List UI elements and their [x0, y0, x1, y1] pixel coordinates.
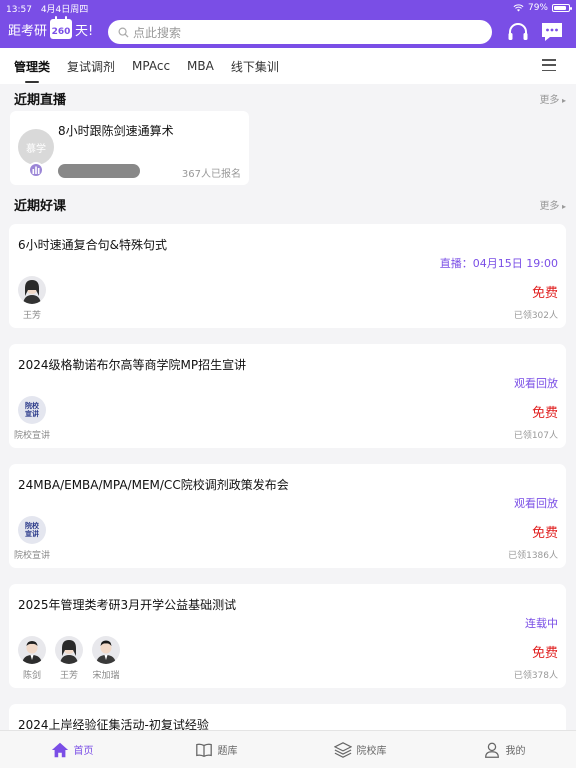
course-status: 观看回放 [514, 377, 558, 390]
tab-management[interactable]: 管理类 [14, 48, 50, 85]
search-input[interactable]: 点此搜索 [108, 20, 492, 44]
nav-label: 首页 [73, 746, 94, 757]
course-enrolled: 已领302人 [513, 311, 558, 321]
calendar-icon: 260 [50, 16, 73, 39]
tab-mpacc[interactable]: MPAcc [132, 49, 170, 83]
teacher-avatar [92, 636, 120, 664]
teacher[interactable]: 宋加瑞 [92, 636, 120, 681]
recent-live-header: 近期直播 更多 [0, 85, 576, 111]
more-link[interactable]: 更多 [539, 197, 566, 212]
live-progress-bar [58, 164, 140, 178]
teacher-list: 院校宣讲 院校宣讲 [14, 396, 50, 441]
nav-home[interactable]: 首页 [0, 731, 144, 768]
person-icon [484, 742, 499, 758]
course-card[interactable]: 6小时速通复合句&特殊句式 直播：04月15日 19:00 免费 已领302人 … [9, 224, 566, 328]
teacher-list: 陈剑 王芳 宋加瑞 [18, 636, 120, 681]
course-enrolled: 已领1386人 [508, 551, 558, 561]
countdown-suffix: 天! [75, 23, 94, 39]
teacher[interactable]: 院校宣讲 院校宣讲 [14, 396, 50, 441]
category-tabs: 管理类 复试调剂 MPAcc MBA 线下集训 [0, 48, 576, 84]
book-icon [195, 743, 212, 757]
section-title: 近期直播 [14, 92, 67, 108]
live-signup-count: 367人已报名 [181, 169, 241, 180]
nav-label: 院校库 [356, 746, 387, 757]
status-bar: 13:57 4月4日周四 79% [6, 2, 572, 15]
teacher[interactable]: 陈剑 [18, 636, 46, 681]
course-price: 免费 [531, 646, 558, 661]
status-date: 4月4日周四 [40, 4, 89, 15]
course-status: 观看回放 [514, 497, 558, 510]
app-header: 13:57 4月4日周四 79% 距考研 260 天! 点此搜索 [0, 0, 576, 48]
teacher-avatar [18, 636, 46, 664]
live-card[interactable]: 慕学 8小时跟陈剑速通算术 367人已报名 [10, 111, 249, 185]
battery-icon [552, 4, 572, 12]
exam-countdown[interactable]: 距考研 260 天! [8, 16, 94, 39]
school-badge-text: 院校宣讲 [25, 522, 39, 538]
teacher-name: 宋加瑞 [92, 671, 120, 681]
countdown-days: 260 [51, 27, 71, 37]
nav-question-bank[interactable]: 题库 [144, 731, 288, 768]
headset-icon[interactable] [506, 20, 530, 44]
status-time: 13:57 [6, 4, 32, 15]
teacher-list: 院校宣讲 院校宣讲 [14, 516, 50, 561]
bottom-nav: 首页 题库 院校库 我的 [0, 730, 576, 768]
avatar: 慕学 [18, 129, 54, 165]
nav-profile[interactable]: 我的 [432, 731, 576, 768]
teacher-avatar [55, 636, 83, 664]
course-price: 免费 [531, 406, 558, 421]
message-icon[interactable] [540, 20, 564, 44]
search-icon [118, 27, 129, 38]
menu-icon[interactable] [542, 59, 556, 71]
school-badge-text: 院校宣讲 [25, 402, 39, 418]
tab-mba[interactable]: MBA [187, 49, 214, 83]
course-title: 24MBA/EMBA/MPA/MEM/CC院校调剂政策发布会 [18, 478, 289, 492]
layers-icon [333, 741, 352, 758]
school-badge-icon: 院校宣讲 [18, 396, 46, 424]
teacher-name: 院校宣讲 [14, 551, 51, 561]
nav-school-library[interactable]: 院校库 [288, 731, 432, 768]
live-bars-icon [28, 162, 44, 178]
nav-label: 题库 [217, 746, 238, 757]
countdown-prefix: 距考研 [8, 23, 48, 39]
course-enrolled: 已领107人 [513, 431, 558, 441]
more-link[interactable]: 更多 [539, 91, 566, 106]
tab-offline-training[interactable]: 线下集训 [231, 48, 279, 85]
course-status: 连载中 [525, 617, 558, 630]
wifi-icon [513, 4, 524, 12]
teacher-name: 陈剑 [22, 671, 41, 681]
teacher[interactable]: 王芳 [55, 636, 83, 681]
course-status: 直播：04月15日 19:00 [439, 257, 558, 270]
course-price: 免费 [531, 286, 558, 301]
nav-label: 我的 [505, 746, 526, 757]
teacher[interactable]: 王芳 [18, 276, 46, 321]
battery-percent: 79% [527, 3, 548, 13]
home-icon [51, 742, 68, 757]
teacher[interactable]: 院校宣讲 院校宣讲 [14, 516, 50, 561]
section-title: 近期好课 [14, 198, 67, 214]
good-courses-header: 近期好课 更多 [0, 191, 576, 217]
teacher-avatar [18, 276, 46, 304]
course-price: 免费 [531, 526, 558, 541]
course-card[interactable]: 2024级格勒诺布尔高等商学院MP招生宣讲 观看回放 免费 已领107人 院校宣… [9, 344, 566, 448]
teacher-name: 王芳 [22, 311, 41, 321]
school-badge-icon: 院校宣讲 [18, 516, 46, 544]
course-card[interactable]: 2025年管理类考研3月开学公益基础测试 连载中 免费 已领378人 陈剑 王芳… [9, 584, 566, 688]
course-title: 2024级格勒诺布尔高等商学院MP招生宣讲 [18, 358, 247, 372]
teacher-name: 王芳 [59, 671, 78, 681]
teacher-list: 王芳 [18, 276, 46, 321]
course-title: 2025年管理类考研3月开学公益基础测试 [18, 598, 237, 612]
course-enrolled: 已领378人 [513, 671, 558, 681]
course-title: 6小时速通复合句&特殊句式 [18, 238, 167, 252]
search-placeholder: 点此搜索 [133, 25, 182, 40]
course-card[interactable]: 24MBA/EMBA/MPA/MEM/CC院校调剂政策发布会 观看回放 免费 已… [9, 464, 566, 568]
tab-retest-adjust[interactable]: 复试调剂 [67, 48, 115, 85]
teacher-name: 院校宣讲 [14, 431, 51, 441]
live-title: 8小时跟陈剑速通算术 [58, 124, 174, 138]
